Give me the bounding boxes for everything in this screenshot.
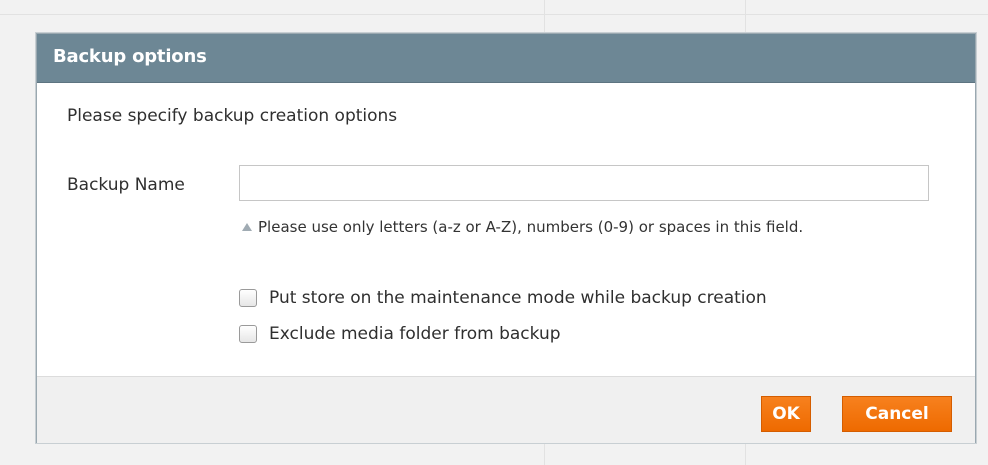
backup-name-label: Backup Name (67, 175, 185, 195)
dialog-header: Backup options (37, 34, 975, 83)
maintenance-mode-option[interactable]: Put store on the maintenance mode while … (239, 288, 767, 308)
cancel-button[interactable]: Cancel (842, 396, 952, 432)
exclude-media-label: Exclude media folder from backup (269, 324, 561, 344)
backup-options-dialog: Backup options Please specify backup cre… (36, 33, 976, 443)
backup-name-hint: Please use only letters (a-z or A-Z), nu… (242, 210, 942, 244)
triangle-up-icon (242, 223, 252, 231)
dialog-intro-text: Please specify backup creation options (67, 106, 398, 126)
exclude-media-option[interactable]: Exclude media folder from backup (239, 324, 561, 344)
maintenance-mode-checkbox[interactable] (239, 289, 257, 307)
backup-name-input[interactable] (239, 165, 929, 201)
backup-name-hint-text: Please use only letters (a-z or A-Z), nu… (258, 218, 804, 236)
dialog-title: Backup options (53, 46, 207, 67)
dialog-footer: OK Cancel (37, 376, 975, 443)
backdrop-grid-line (0, 14, 988, 15)
maintenance-mode-label: Put store on the maintenance mode while … (269, 288, 767, 308)
exclude-media-checkbox[interactable] (239, 325, 257, 343)
ok-button[interactable]: OK (761, 396, 811, 432)
